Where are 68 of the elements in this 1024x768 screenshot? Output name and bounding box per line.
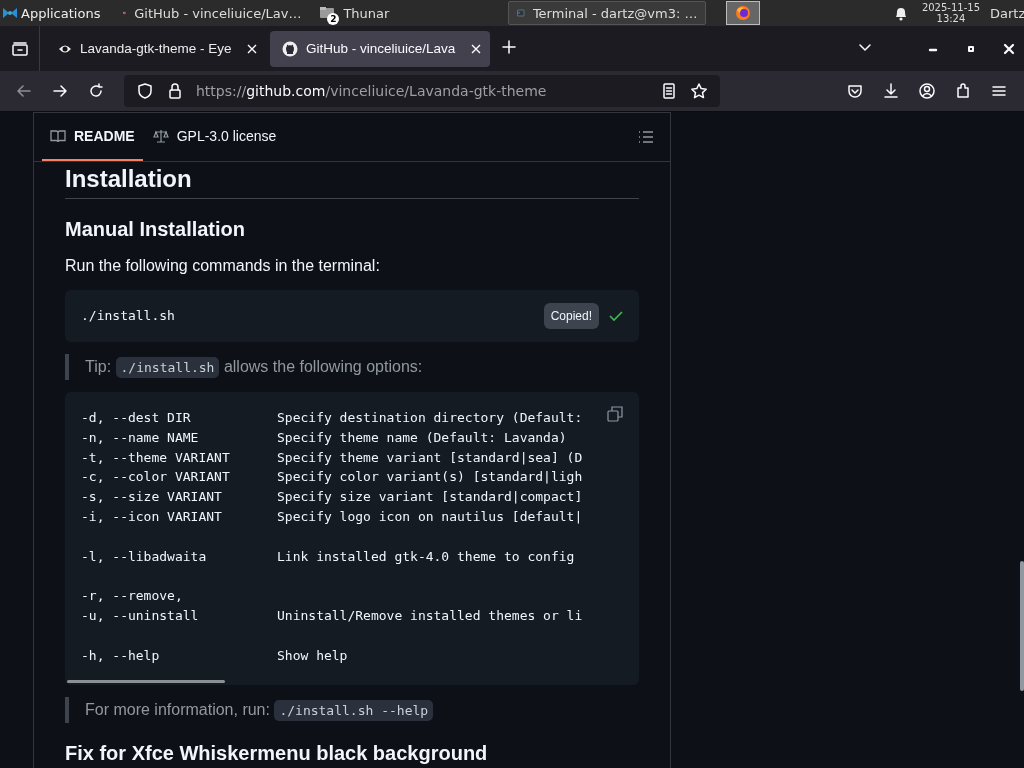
new-tab-icon[interactable] (500, 38, 518, 56)
terminal-icon (517, 6, 525, 20)
star-icon[interactable] (690, 82, 708, 100)
section-heading: Installation (65, 165, 639, 199)
lock-icon[interactable] (166, 82, 184, 100)
reload-icon[interactable] (87, 82, 105, 100)
readme-tab[interactable]: README (42, 113, 143, 161)
option-description: Link installed gtk-4.0 theme to config (277, 547, 575, 566)
book-icon (50, 129, 66, 143)
horizontal-scrollbar[interactable] (67, 680, 225, 684)
pocket-icon[interactable] (846, 82, 864, 100)
close-icon[interactable] (470, 42, 482, 55)
copy-icon[interactable] (607, 406, 623, 422)
account-icon[interactable] (918, 82, 936, 100)
option-description: Show help (277, 646, 348, 665)
subsection-heading: Fix for Xfce Whiskermenu black background (65, 741, 489, 767)
reader-view-icon[interactable] (660, 82, 678, 100)
folder-icon (319, 5, 336, 21)
option-name: -u, --uninstall (81, 606, 200, 625)
workspace-button[interactable] (726, 1, 761, 25)
forward-arrow-icon[interactable] (51, 82, 69, 100)
option-description: Specify theme name (Default: Lavanda) (277, 428, 567, 447)
option-name: -h, --help (81, 646, 161, 665)
option-name: -l, --libadwaita (81, 547, 208, 566)
back-arrow-icon[interactable] (15, 82, 33, 100)
applications-menu[interactable]: Applications (0, 0, 103, 26)
note-text: For more information, run: ./install.sh --help (65, 697, 639, 724)
option-description: Specify destination directory (Default: (277, 409, 583, 427)
user-name[interactable]: Dartz (990, 5, 1024, 21)
bell-icon[interactable] (893, 5, 908, 21)
tab-list-icon[interactable] (10, 39, 29, 58)
option-name: -n, --name NAME (81, 428, 200, 447)
option-name: -i, --icon VARIANT (81, 508, 223, 526)
clock-date: 2025-11-15 (921, 2, 980, 13)
option-description: Specify theme variant [standard|sea] (D (277, 448, 583, 467)
option-description: Specify color variant(s) [standard|ligh (277, 468, 583, 487)
readme-tab[interactable]: GPL-3.0 license (144, 113, 285, 161)
copied-tooltip: Copied! (543, 303, 599, 329)
code-text: ./install.sh (81, 307, 175, 326)
browser-tab[interactable]: GitHub - vinceliuice/Lava (270, 30, 490, 67)
page-scrollbar[interactable] (1020, 561, 1024, 691)
window-count-badge: 2 (327, 13, 340, 25)
option-description: Specify logo icon on nautilus [default| (277, 508, 583, 526)
option-name: -c, --color VARIANT (81, 468, 231, 487)
option-name: -r, --remove, (81, 587, 184, 606)
github-icon (282, 40, 298, 57)
extensions-icon[interactable] (954, 82, 972, 100)
browser-tab[interactable]: Lavanda-gtk-theme - Eye (46, 30, 266, 67)
option-name: -t, --theme VARIANT (81, 448, 231, 467)
taskbar-window-button[interactable]: 2 Thunar (310, 1, 509, 25)
option-name: -d, --dest DIR (81, 409, 192, 427)
paragraph: Run the following commands in the terminal: (65, 256, 381, 276)
subsection-heading: Manual Installation (65, 217, 247, 242)
taskbar-window-button[interactable]: Terminal - dartz@vm3: … (508, 1, 707, 25)
shield-icon[interactable] (136, 82, 154, 100)
close-icon[interactable] (246, 42, 258, 55)
tip-text: Tip: ./install.sh allows the following options: (65, 354, 639, 380)
option-name: -s, --size VARIANT (81, 488, 223, 507)
url-text[interactable]: https://github.com/vinceliuice/Lavanda-gtk-theme (196, 83, 648, 99)
address-bar[interactable]: https://github.com/vinceliuice/Lavanda-gtk-theme (124, 75, 720, 107)
taskbar-window-button[interactable]: GitHub - vinceliuice/Lav… (114, 1, 311, 25)
scale-icon (152, 129, 169, 143)
check-icon (609, 310, 623, 322)
option-description: Specify size variant [standard|compact] (277, 488, 583, 507)
outline-icon[interactable] (638, 130, 654, 144)
option-description: Uninstall/Remove installed themes or li (277, 606, 583, 625)
download-icon[interactable] (882, 82, 900, 100)
clock-time: 13:24 (935, 13, 967, 24)
